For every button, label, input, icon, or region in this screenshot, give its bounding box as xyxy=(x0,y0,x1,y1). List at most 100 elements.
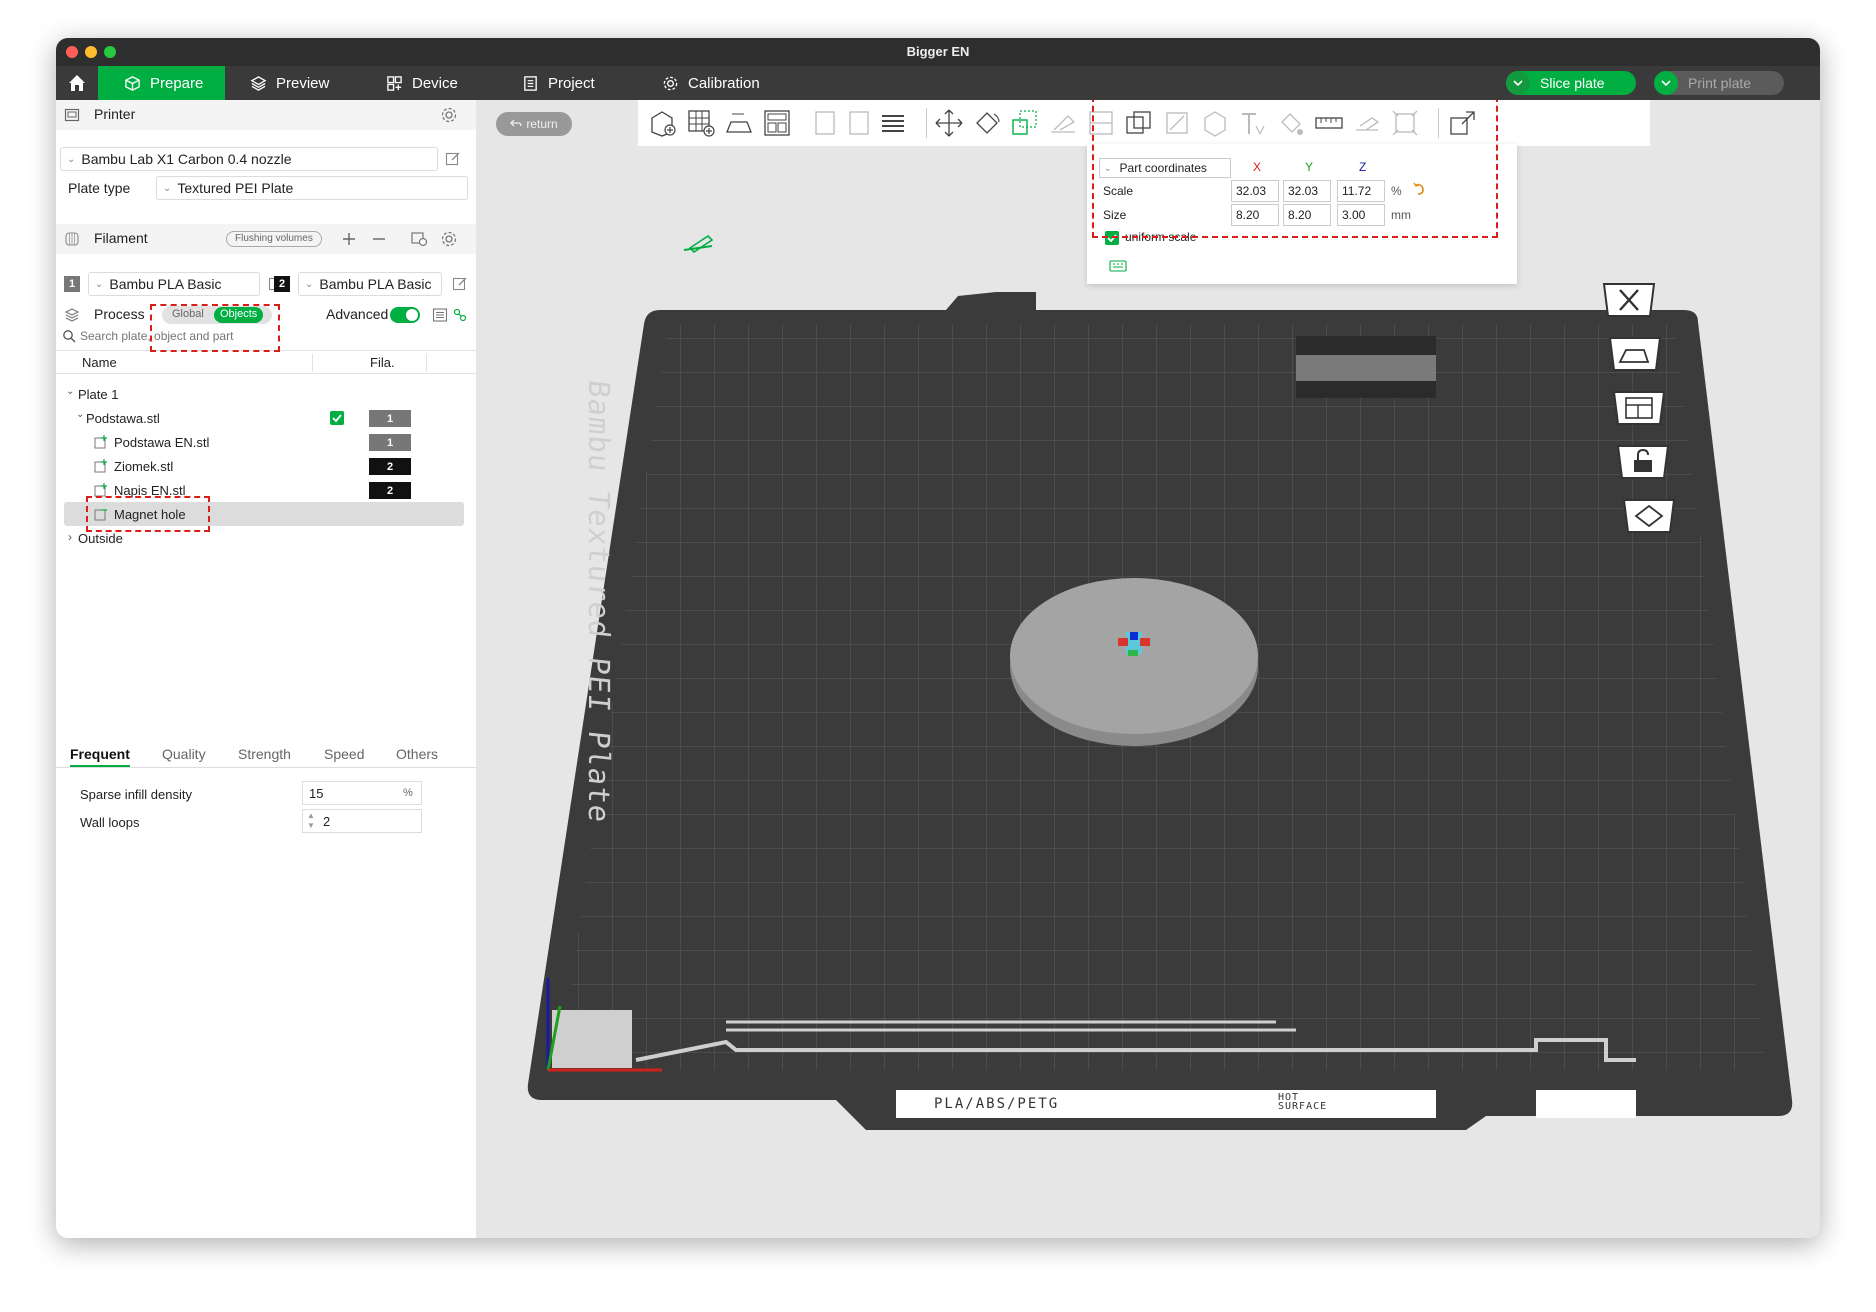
filament-2-name: Bambu PLA Basic xyxy=(319,276,432,292)
add-object-icon[interactable] xyxy=(648,108,678,138)
slice-plate-button[interactable]: Slice plate xyxy=(1506,71,1636,95)
home-button[interactable] xyxy=(56,66,98,100)
tree-plate-row[interactable]: ⌄ Plate 1 xyxy=(56,382,476,406)
flushing-volumes-button[interactable]: Flushing volumes xyxy=(226,231,322,247)
keyboard-shortcut-icon[interactable] xyxy=(1109,260,1127,272)
close-window-button[interactable] xyxy=(66,46,78,58)
tree-part-row[interactable]: Ziomek.stl 2 xyxy=(56,454,476,478)
tree-part-row[interactable]: Podstawa EN.stl 1 xyxy=(56,430,476,454)
filament-sync-icon[interactable] xyxy=(410,230,428,248)
arrange-icon[interactable] xyxy=(762,108,792,138)
chevron-right-icon[interactable]: › xyxy=(68,530,72,544)
tab-project-label: Project xyxy=(548,74,595,92)
lay-on-face-icon[interactable] xyxy=(1048,108,1078,138)
plate-info-strip xyxy=(1536,1090,1636,1118)
tab-preview-label: Preview xyxy=(276,74,330,92)
column-divider xyxy=(312,354,313,372)
tab-calibration[interactable]: Calibration xyxy=(662,66,760,100)
part-filament-badge[interactable]: 1 xyxy=(369,434,411,451)
process-compare-icon[interactable] xyxy=(452,307,468,323)
plate-material-text: PLA/ABS/PETG xyxy=(934,1096,1060,1112)
filament-settings-gear-icon[interactable] xyxy=(440,230,458,248)
print-plate-button[interactable]: Print plate xyxy=(1654,71,1784,95)
minimize-window-button[interactable] xyxy=(85,46,97,58)
part-name: Ziomek.stl xyxy=(114,459,174,474)
plate-settings-icon[interactable] xyxy=(1620,494,1678,536)
infill-density-unit: % xyxy=(403,787,413,799)
printer-select[interactable]: ⌄ Bambu Lab X1 Carbon 0.4 nozzle xyxy=(60,147,438,171)
printer-section-label: Printer xyxy=(94,106,136,122)
filament-section-header: Filament Flushing volumes xyxy=(56,224,476,254)
plate-label-stripe xyxy=(1296,355,1436,381)
tab-quality[interactable]: Quality xyxy=(162,746,206,762)
part-icon xyxy=(94,435,107,449)
cube-icon xyxy=(125,75,140,91)
wipe-tower-area xyxy=(552,1010,632,1068)
home-icon xyxy=(69,75,85,91)
chevron-down-icon[interactable]: ⌄ xyxy=(76,409,84,420)
zoom-window-button[interactable] xyxy=(104,46,116,58)
add-filament-plus-icon[interactable] xyxy=(342,232,356,246)
main-menubar: Prepare Preview Device Project Calibrati… xyxy=(56,66,1820,100)
infill-density-label: Sparse infill density xyxy=(80,787,192,802)
filament-2-select[interactable]: ⌄ Bambu PLA Basic xyxy=(298,272,442,296)
plate-type-select[interactable]: ⌄ Textured PEI Plate xyxy=(156,176,468,200)
wall-loops-value: 2 xyxy=(323,814,331,829)
gear-icon xyxy=(663,76,678,90)
split-objects-icon[interactable] xyxy=(810,108,840,138)
part-filament-badge[interactable]: 2 xyxy=(369,482,411,499)
annotation-highlight-toggle xyxy=(150,304,280,352)
tab-strength[interactable]: Strength xyxy=(238,746,291,762)
auto-orient-icon[interactable] xyxy=(724,108,754,138)
filament-2-badge: 2 xyxy=(274,276,290,292)
close-plate-icon[interactable] xyxy=(1600,278,1658,320)
part-name: Podstawa EN.stl xyxy=(114,435,210,450)
return-button[interactable]: return xyxy=(496,112,572,136)
tree-object-row[interactable]: ⌄ Podstawa.stl 1 xyxy=(56,406,476,430)
tab-device[interactable]: Device xyxy=(386,66,458,100)
chevron-down-icon[interactable]: ⌄ xyxy=(66,386,74,397)
printer-settings-gear-icon[interactable] xyxy=(440,106,458,124)
tab-others[interactable]: Others xyxy=(396,746,438,762)
tab-speed[interactable]: Speed xyxy=(324,746,364,762)
edit-filament-2-icon[interactable] xyxy=(452,276,468,292)
chevron-down-icon: ⌄ xyxy=(163,182,172,194)
remove-filament-minus-icon[interactable] xyxy=(372,232,386,246)
chevron-down-icon: ⌄ xyxy=(305,278,314,290)
slice-dropdown-chevron-icon[interactable] xyxy=(1506,71,1530,95)
tab-preview[interactable]: Preview xyxy=(250,66,329,100)
tab-prepare[interactable]: Prepare xyxy=(98,66,226,100)
move-icon[interactable] xyxy=(934,108,964,138)
split-parts-icon[interactable] xyxy=(844,108,874,138)
filament-1-name: Bambu PLA Basic xyxy=(109,276,222,292)
process-list-icon[interactable] xyxy=(432,307,448,323)
wall-loops-stepper[interactable]: ▲ ▼ 2 xyxy=(302,809,422,833)
arrange-plate-icon[interactable] xyxy=(1610,386,1668,428)
filament-1-select[interactable]: ⌄ Bambu PLA Basic xyxy=(88,272,260,296)
part-filament-badge[interactable]: 2 xyxy=(369,458,411,475)
printer-icon xyxy=(64,108,80,122)
checkmark-icon xyxy=(332,414,342,423)
print-dropdown-chevron-icon[interactable] xyxy=(1654,71,1678,95)
advanced-toggle[interactable] xyxy=(390,307,420,323)
document-icon xyxy=(524,75,537,91)
lock-plate-icon[interactable] xyxy=(1614,440,1672,482)
chevron-down-icon: ⌄ xyxy=(95,278,104,290)
edit-printer-icon[interactable] xyxy=(445,151,461,167)
object-visible-checkbox[interactable] xyxy=(330,411,344,425)
tab-frequent[interactable]: Frequent xyxy=(70,746,130,767)
tab-project[interactable]: Project xyxy=(522,66,595,100)
outside-group-name: Outside xyxy=(78,531,123,546)
filament-spool-icon xyxy=(65,232,79,246)
auto-orient-plate-icon[interactable] xyxy=(1606,332,1664,374)
add-plate-grid-icon[interactable] xyxy=(686,108,716,138)
layers-editing-icon[interactable] xyxy=(878,108,908,138)
window-controls xyxy=(66,46,116,58)
rotate-icon[interactable] xyxy=(972,108,1002,138)
object-filament-badge[interactable]: 1 xyxy=(369,410,411,427)
object-list-header: Name Fila. xyxy=(56,350,476,374)
scale-icon-active[interactable] xyxy=(1010,108,1040,138)
stepper-arrows-icon[interactable]: ▲ ▼ xyxy=(307,811,315,831)
3d-viewport[interactable]: Bambu Textured PEI Plate 01 PLA/ABS/PETG… xyxy=(476,100,1820,1238)
infill-density-input[interactable]: 15 % xyxy=(302,781,422,805)
